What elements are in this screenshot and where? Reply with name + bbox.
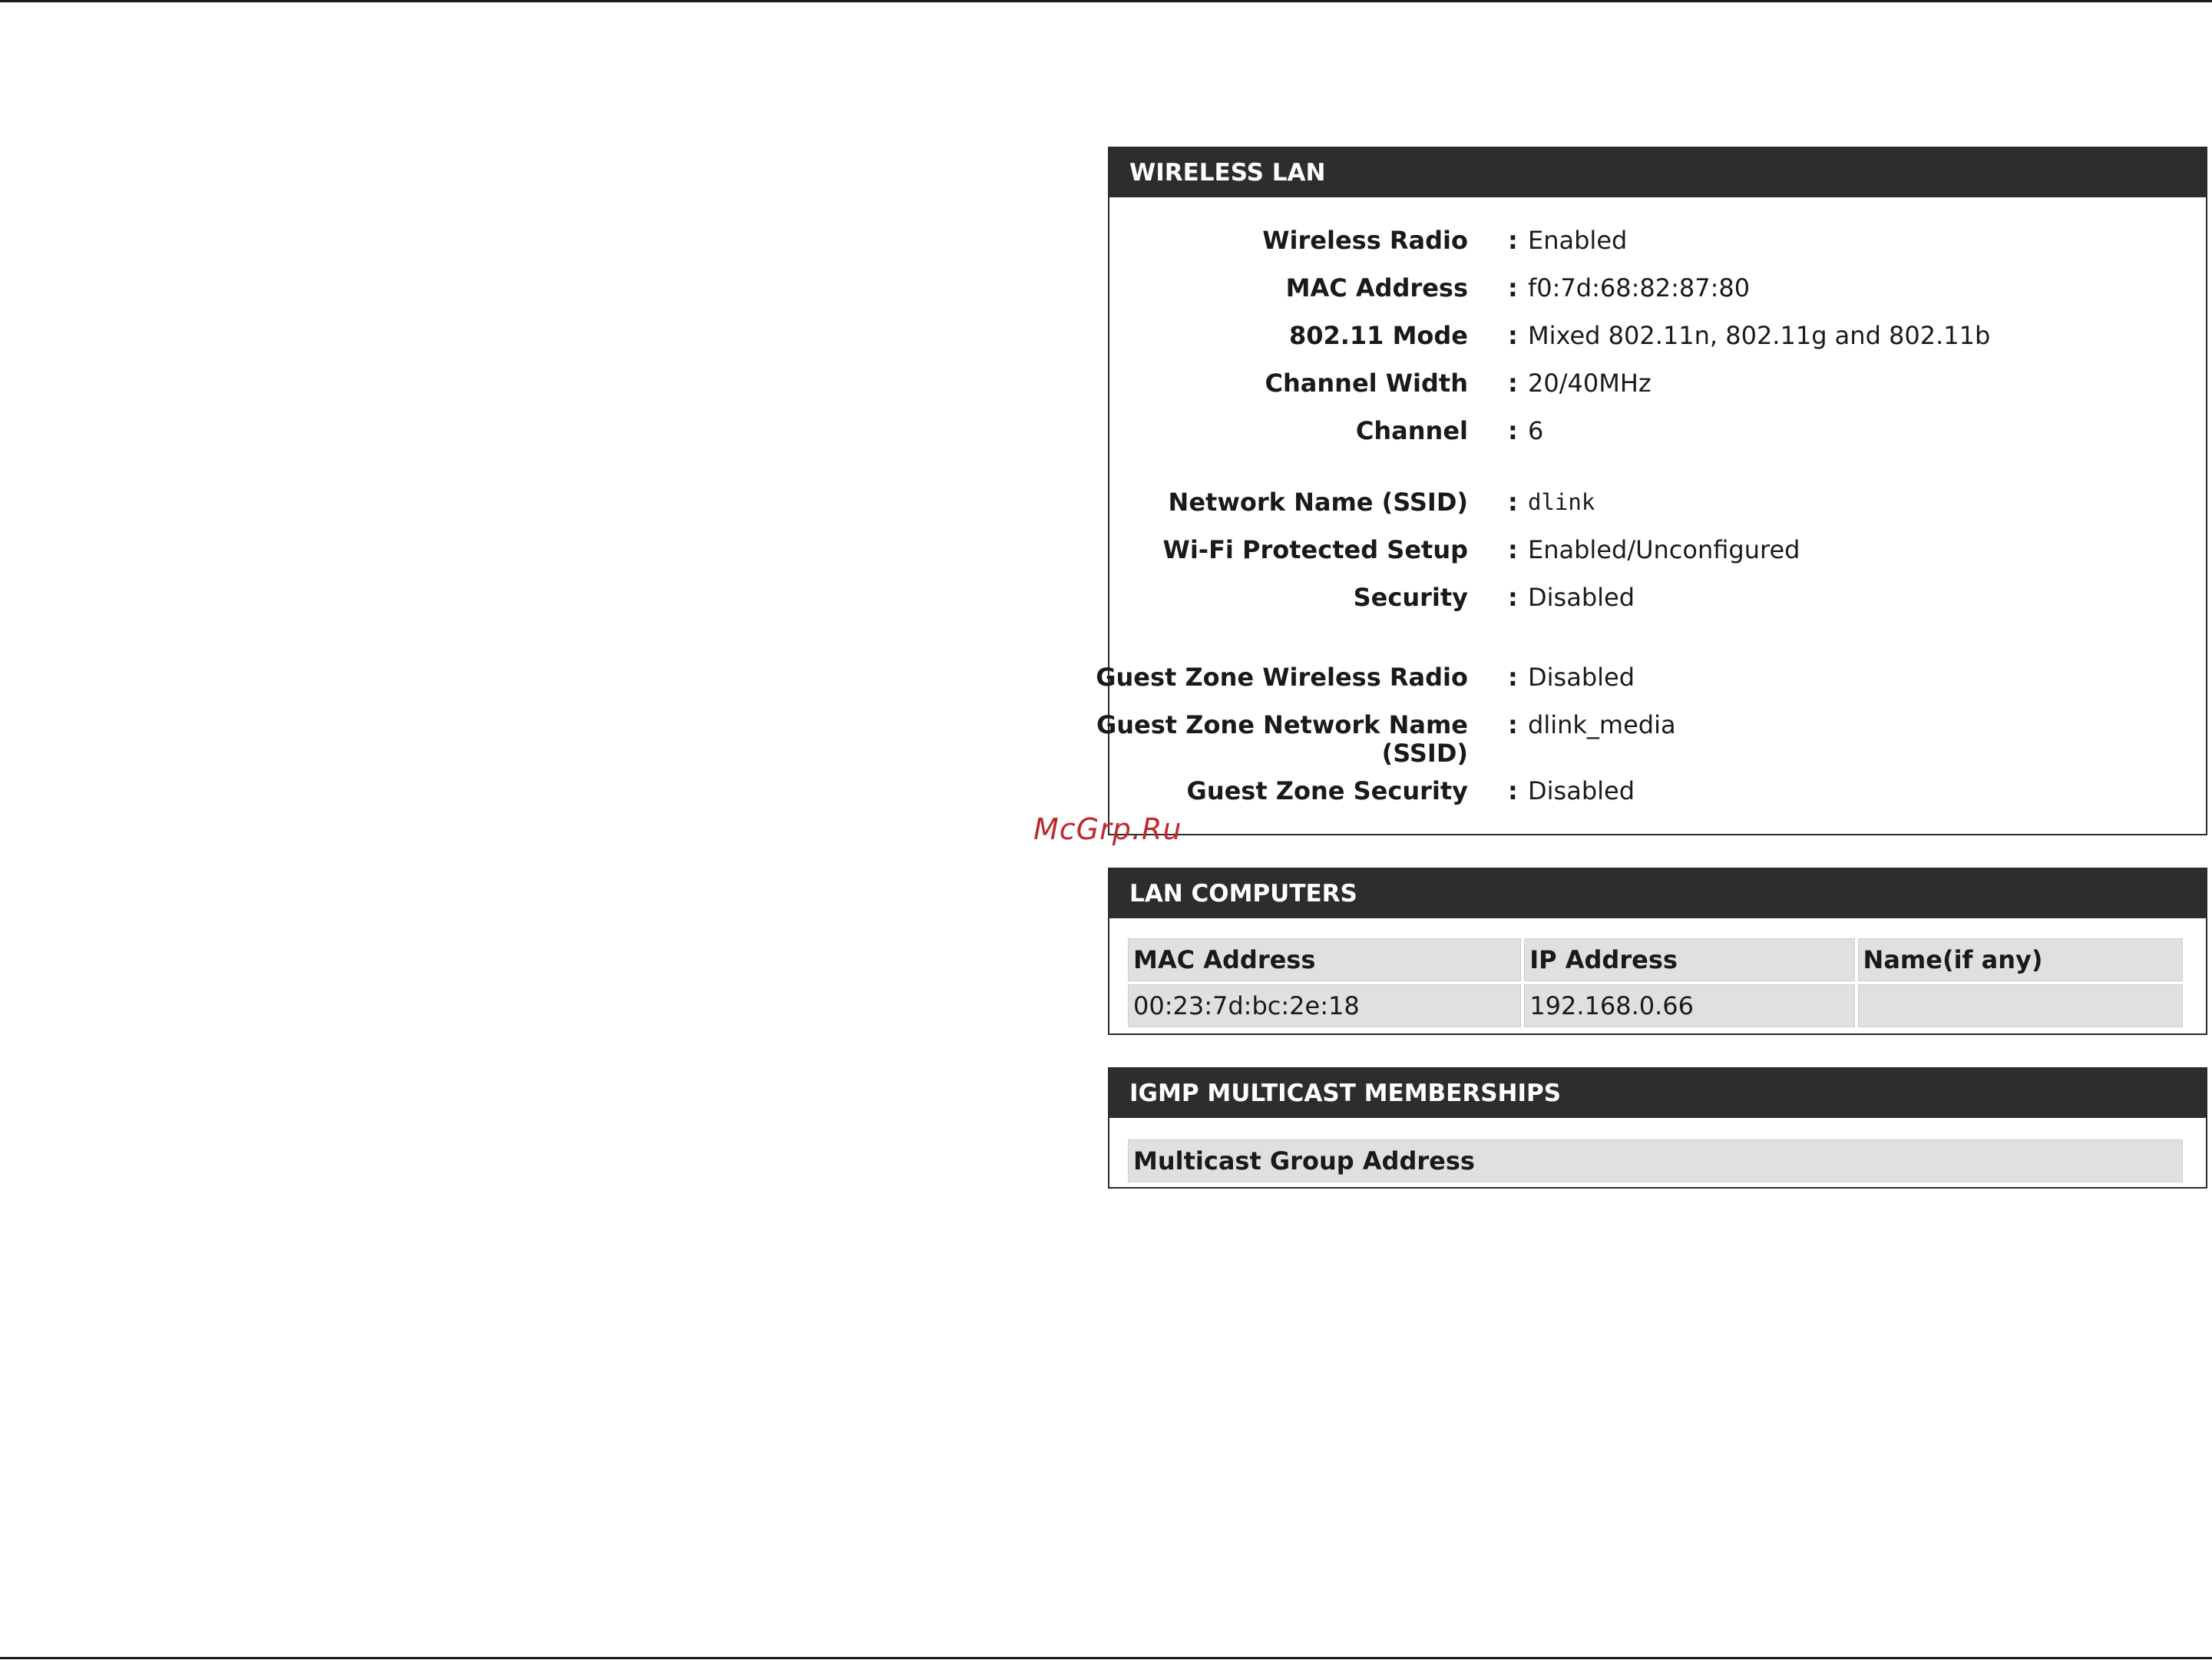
separator: : [1508,776,1518,805]
lan-computers-table: MAC Address IP Address Name(if any) 00:2… [1125,935,2186,1030]
ssid-value: dlink [1528,489,1595,515]
column-header-ip: IP Address [1524,938,1855,981]
separator: : [1508,710,1518,739]
igmp-table: Multicast Group Address [1125,1136,2186,1185]
security-label: Security [1353,583,1468,612]
mode-label: 802.11 Mode [1288,321,1468,350]
channel-width-label: Channel Width [1265,369,1468,398]
wireless-lan-panel: WIRELESS LAN Wireless Radio : Enabled MA… [1096,147,2207,835]
separator: : [1508,535,1518,564]
ssid-label: Network Name (SSID) [1168,488,1468,517]
igmp-panel: IGMP MULTICAST MEMBERSHIPS Multicast Gro… [1108,1067,2207,1189]
separator: : [1508,273,1518,303]
security-value: Disabled [1528,583,1635,612]
top-rule [0,0,2212,2]
separator: : [1508,488,1518,517]
table-header-row: MAC Address IP Address Name(if any) [1128,938,2183,981]
watermark: McGrp.Ru [1033,812,1182,846]
column-header-name: Name(if any) [1857,938,2183,981]
mode-value: Mixed 802.11n, 802.11g and 802.11b [1528,321,1991,350]
lan-computers-panel: LAN COMPUTERS MAC Address IP Address Nam… [1108,868,2207,1035]
guest-radio-label: Guest Zone Wireless Radio [1096,663,1468,692]
guest-security-value: Disabled [1528,776,1635,805]
cell-name [1857,984,2183,1027]
table-header-row: Multicast Group Address [1128,1139,2183,1182]
separator: : [1508,583,1518,612]
lan-computers-title: LAN COMPUTERS [1109,869,2206,918]
wps-value: Enabled/Unconfigured [1528,535,1800,564]
cell-ip: 192.168.0.66 [1524,984,1855,1027]
guest-security-label: Guest Zone Security [1186,776,1468,805]
wireless-radio-value: Enabled [1528,226,1628,255]
channel-label: Channel [1355,416,1468,445]
bottom-rule [0,1657,2212,1659]
wireless-lan-title: WIRELESS LAN [1109,148,2206,197]
separator: : [1508,416,1518,445]
separator: : [1508,226,1518,255]
column-header-mac: MAC Address [1128,938,1522,981]
guest-ssid-label: Guest Zone Network Name [1096,710,1468,739]
channel-width-value: 20/40MHz [1528,369,1652,398]
igmp-title: IGMP MULTICAST MEMBERSHIPS [1109,1069,2206,1118]
mac-address-value: f0:7d:68:82:87:80 [1528,273,1751,303]
channel-value: 6 [1528,416,1544,445]
wps-label: Wi-Fi Protected Setup [1162,535,1468,564]
separator: : [1508,321,1518,350]
guest-radio-value: Disabled [1528,663,1635,692]
wireless-radio-label: Wireless Radio [1262,226,1468,255]
column-header-multicast: Multicast Group Address [1128,1139,2183,1182]
separator: : [1508,663,1518,692]
table-row: 00:23:7d:bc:2e:18 192.168.0.66 [1128,984,2183,1027]
cell-mac: 00:23:7d:bc:2e:18 [1128,984,1522,1027]
separator: : [1508,369,1518,398]
guest-ssid-label-line2: (SSID) [1381,739,1468,768]
guest-ssid-value: dlink_media [1528,710,1676,739]
mac-address-label: MAC Address [1285,273,1468,303]
